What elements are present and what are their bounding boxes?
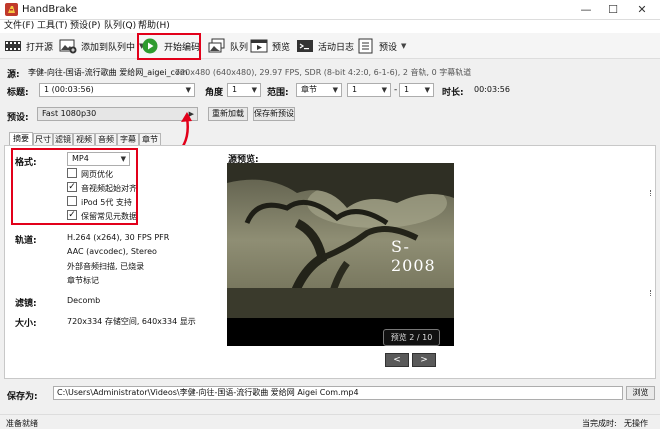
resize-grip[interactable] [650,190,655,196]
source-name: 李健-向往-国语-流行歌曲 爱给网_aigei_com [28,68,188,77]
menu-queue[interactable]: 队列(Q) [104,20,136,33]
activity-log-label: 活动日志 [318,42,355,53]
preview-next-button[interactable]: > [412,353,436,367]
add-to-queue-button[interactable]: 添加到队列中 ▼ [59,36,144,56]
track-audio: AAC (avcodec), Stereo [67,247,157,256]
title-select-value: 1 (00:03:56) [44,85,94,94]
range-label: 范围: [267,88,289,98]
size-value: 720x334 存储空间, 640x334 显示 [67,317,196,326]
chevron-down-icon: ▼ [424,86,430,94]
chevron-down-icon: ▼ [185,86,191,94]
preview-label: 预览 [272,42,291,53]
track-audio-scan: 外部音频扫描, 已烧录 [67,262,145,271]
track-chapters: 章节标记 [67,276,99,285]
chevron-down-icon: ▼ [332,86,338,94]
when-done-label: 当完成时: [582,419,617,428]
add-to-queue-label: 添加到队列中 [81,42,136,53]
range-end-value: 1 [404,85,410,94]
queue-icon [208,38,226,54]
chevron-down-icon: ▼ [251,86,257,94]
preview-prev-button[interactable]: < [385,353,409,367]
presets-label: 预设 [379,42,398,53]
reload-preset-button[interactable]: 重新加载 [208,107,248,121]
tab-video[interactable]: 视频 [73,133,95,145]
chevron-down-icon: ▼ [401,42,407,50]
range-start-value: 1 [352,85,358,94]
activity-log-button[interactable]: 活动日志 [296,36,354,56]
start-encode-highlight [137,33,201,60]
menu-help[interactable]: 帮助(H) [138,20,170,33]
preset-select-value: Fast 1080p30 [42,109,97,118]
angle-select-value: 1 [232,85,238,94]
minimize-button[interactable]: — [578,2,594,18]
range-end-select[interactable]: 1 ▼ [399,83,434,97]
preview-counter: 预览 2 / 10 [383,329,440,346]
menu-tools[interactable]: 工具(T) [37,20,68,33]
menu-file[interactable]: 文件(F) [4,20,34,33]
open-source-button[interactable]: 打开源 [4,36,53,56]
tab-subtitles[interactable]: 字幕 [117,133,139,145]
save-path-input[interactable]: C:\Users\Administrator\Videos\李健-向往-国语-流… [53,386,623,400]
status-bar: 准备就绪 当完成时: 无操作 [0,414,660,429]
range-type-select[interactable]: 章节 ▼ [296,83,342,97]
menu-presets[interactable]: 预设(P) [70,20,100,33]
source-preview-image: S-2008 [227,163,454,346]
handbrake-app-icon [5,3,18,16]
tab-summary[interactable]: 摘要 [9,132,33,145]
terminal-icon [296,38,314,54]
filters-label: 滤镜: [15,299,37,309]
source-label: 源: [7,70,20,80]
tracks-label: 轨道: [15,236,37,246]
angle-label: 角度 [205,88,224,98]
tab-chapters[interactable]: 章节 [139,133,161,145]
save-as-label: 保存为: [7,392,38,402]
presets-button[interactable]: 预设 ▼ [357,36,406,56]
preview-overlay-text: S-2008 [391,237,436,275]
close-button[interactable]: ✕ [634,2,650,18]
source-info: 720x480 (640x480), 29.97 FPS, SDR (8-bit… [175,68,472,77]
range-type-value: 章节 [301,85,317,94]
title-label: 标题: [7,88,29,98]
tab-audio[interactable]: 音频 [95,133,117,145]
film-icon [4,38,22,54]
preset-label: 预设: [7,113,29,123]
duration-value: 00:03:56 [474,85,510,94]
title-bar: HandBrake — ☐ ✕ [0,0,660,20]
preview-icon [250,38,268,54]
duration-label: 时长: [442,88,464,98]
when-done-select[interactable]: 无操作 [624,418,648,429]
presets-list-icon [357,38,375,54]
window-title: HandBrake [22,4,78,15]
track-video: H.264 (x264), 30 FPS PFR [67,233,170,242]
maximize-button[interactable]: ☐ [605,2,621,18]
open-source-label: 打开源 [26,42,54,53]
browse-button[interactable]: 浏览 [626,386,655,400]
save-new-preset-button[interactable]: 保存新预设 [253,107,295,121]
queue-label: 队列 [230,42,249,53]
angle-select[interactable]: 1 ▼ [227,83,261,97]
preview-button[interactable]: 预览 [250,36,290,56]
range-separator: - [394,85,398,95]
tab-filters[interactable]: 滤镜 [53,133,73,145]
tab-dimensions[interactable]: 尺寸 [33,133,53,145]
queue-button[interactable]: 队列 [208,36,248,56]
format-options-highlight [11,148,138,225]
filters-value: Decomb [67,296,101,305]
toolbar: 打开源 添加到队列中 ▼ 开始编码 队列 预览 活动日志 预设 ▼ [0,33,660,59]
title-select[interactable]: 1 (00:03:56) ▼ [39,83,195,97]
size-label: 大小: [15,319,37,329]
status-text: 准备就绪 [6,419,38,428]
resize-grip[interactable] [650,290,655,296]
chevron-down-icon: ▼ [381,86,387,94]
menu-bar: 文件(F) 工具(T) 预设(P) 队列(Q) 帮助(H) [0,20,660,33]
add-image-icon [59,38,77,54]
range-start-select[interactable]: 1 ▼ [347,83,391,97]
